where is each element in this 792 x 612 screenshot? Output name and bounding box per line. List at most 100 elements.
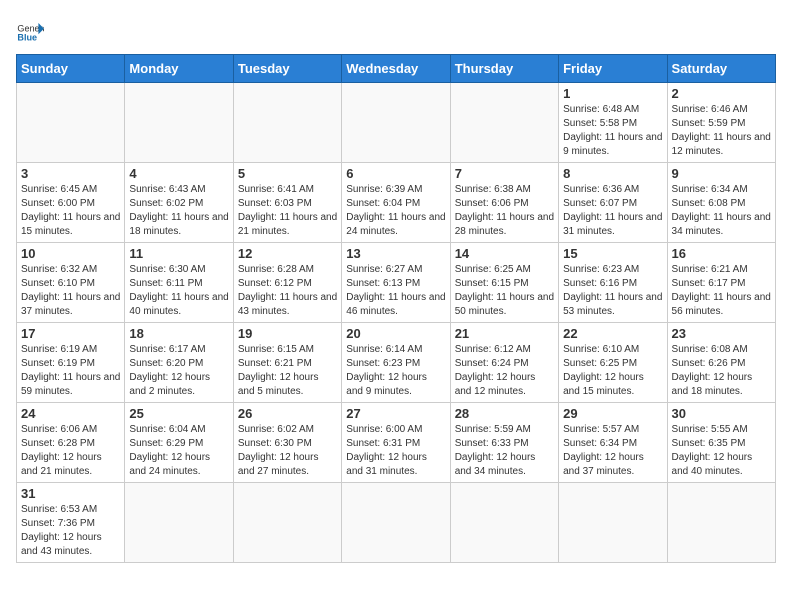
day-cell: 9 Sunrise: 6:34 AM Sunset: 6:08 PM Daylig… (667, 163, 775, 243)
weekday-header-tuesday: Tuesday (233, 55, 341, 83)
logo: General Blue (16, 16, 48, 44)
week-row-5: 24 Sunrise: 6:06 AM Sunset: 6:28 PM Dayli… (17, 403, 776, 483)
weekday-header-saturday: Saturday (667, 55, 775, 83)
day-cell (667, 483, 775, 563)
day-cell: 17Sunrise: 6:19 AM Sunset: 6:19 PM Dayli… (17, 323, 125, 403)
day-info: Sunrise: 5:55 AM Sunset: 6:35 PM Dayligh… (672, 423, 771, 479)
day-cell: 21 Sunrise: 6:12 AM Sunset: 6:24 PM Dayli… (450, 323, 558, 403)
day-number: 20 (346, 326, 445, 341)
day-cell (233, 483, 341, 563)
day-number: 11 (129, 246, 228, 261)
day-number: 19 (238, 326, 337, 341)
day-cell (125, 483, 233, 563)
day-number: 14 (455, 246, 554, 261)
day-info: Sunrise: 6:38 AM Sunset: 6:06 PM Dayligh… (455, 183, 554, 239)
day-info: Sunrise: 6:23 AM Sunset: 6:16 PM Dayligh… (563, 263, 662, 319)
day-info: Sunrise: 6:25 AM Sunset: 6:15 PM Dayligh… (455, 263, 554, 319)
day-info: Sunrise: 6:00 AM Sunset: 6:31 PM Dayligh… (346, 423, 445, 479)
day-number: 28 (455, 406, 554, 421)
day-number: 31 (21, 486, 120, 501)
day-cell: 7 Sunrise: 6:38 AM Sunset: 6:06 PM Daylig… (450, 163, 558, 243)
weekday-header-friday: Friday (559, 55, 667, 83)
weekday-header-wednesday: Wednesday (342, 55, 450, 83)
day-cell (233, 83, 341, 163)
day-number: 16 (672, 246, 771, 261)
day-info: Sunrise: 6:36 AM Sunset: 6:07 PM Dayligh… (563, 183, 662, 239)
day-number: 17 (21, 326, 120, 341)
day-number: 8 (563, 166, 662, 181)
day-cell (125, 83, 233, 163)
day-cell: 28 Sunrise: 5:59 AM Sunset: 6:33 PM Dayli… (450, 403, 558, 483)
day-cell: 6Sunrise: 6:39 AM Sunset: 6:04 PM Daylig… (342, 163, 450, 243)
day-number: 23 (672, 326, 771, 341)
svg-text:Blue: Blue (17, 33, 37, 43)
day-cell: 14 Sunrise: 6:25 AM Sunset: 6:15 PM Dayli… (450, 243, 558, 323)
day-cell: 18Sunrise: 6:17 AM Sunset: 6:20 PM Dayli… (125, 323, 233, 403)
weekday-header-thursday: Thursday (450, 55, 558, 83)
day-number: 21 (455, 326, 554, 341)
day-info: Sunrise: 6:34 AM Sunset: 6:08 PM Dayligh… (672, 183, 771, 239)
day-info: Sunrise: 6:28 AM Sunset: 6:12 PM Dayligh… (238, 263, 337, 319)
day-number: 9 (672, 166, 771, 181)
day-cell: 22Sunrise: 6:10 AM Sunset: 6:25 PM Dayli… (559, 323, 667, 403)
day-number: 5 (238, 166, 337, 181)
day-info: Sunrise: 6:06 AM Sunset: 6:28 PM Dayligh… (21, 423, 120, 479)
day-number: 7 (455, 166, 554, 181)
day-cell (450, 83, 558, 163)
day-cell: 16Sunrise: 6:21 AM Sunset: 6:17 PM Dayli… (667, 243, 775, 323)
day-cell: 4 Sunrise: 6:43 AM Sunset: 6:02 PM Daylig… (125, 163, 233, 243)
day-cell: 25 Sunrise: 6:04 AM Sunset: 6:29 PM Dayli… (125, 403, 233, 483)
day-cell: 10 Sunrise: 6:32 AM Sunset: 6:10 PM Dayli… (17, 243, 125, 323)
day-info: Sunrise: 6:12 AM Sunset: 6:24 PM Dayligh… (455, 343, 554, 399)
day-info: Sunrise: 6:41 AM Sunset: 6:03 PM Dayligh… (238, 183, 337, 239)
weekday-header-row: SundayMondayTuesdayWednesdayThursdayFrid… (17, 55, 776, 83)
day-info: Sunrise: 6:53 AM Sunset: 7:36 PM Dayligh… (21, 503, 120, 559)
week-row-6: 31 Sunrise: 6:53 AM Sunset: 7:36 PM Dayli… (17, 483, 776, 563)
day-cell (17, 83, 125, 163)
calendar: SundayMondayTuesdayWednesdayThursdayFrid… (16, 54, 776, 563)
day-number: 24 (21, 406, 120, 421)
day-cell: 3 Sunrise: 6:45 AM Sunset: 6:00 PM Daylig… (17, 163, 125, 243)
day-info: Sunrise: 6:04 AM Sunset: 6:29 PM Dayligh… (129, 423, 228, 479)
day-info: Sunrise: 6:39 AM Sunset: 6:04 PM Dayligh… (346, 183, 445, 239)
week-row-2: 3 Sunrise: 6:45 AM Sunset: 6:00 PM Daylig… (17, 163, 776, 243)
day-number: 10 (21, 246, 120, 261)
day-number: 25 (129, 406, 228, 421)
day-cell: 8 Sunrise: 6:36 AM Sunset: 6:07 PM Daylig… (559, 163, 667, 243)
day-number: 26 (238, 406, 337, 421)
day-number: 4 (129, 166, 228, 181)
day-cell: 24 Sunrise: 6:06 AM Sunset: 6:28 PM Dayli… (17, 403, 125, 483)
weekday-header-monday: Monday (125, 55, 233, 83)
header: General Blue (16, 16, 776, 44)
day-cell: 20 Sunrise: 6:14 AM Sunset: 6:23 PM Dayli… (342, 323, 450, 403)
day-cell: 11Sunrise: 6:30 AM Sunset: 6:11 PM Dayli… (125, 243, 233, 323)
day-number: 27 (346, 406, 445, 421)
day-cell (559, 483, 667, 563)
day-cell: 30 Sunrise: 5:55 AM Sunset: 6:35 PM Dayli… (667, 403, 775, 483)
day-info: Sunrise: 6:32 AM Sunset: 6:10 PM Dayligh… (21, 263, 120, 319)
day-info: Sunrise: 5:59 AM Sunset: 6:33 PM Dayligh… (455, 423, 554, 479)
day-info: Sunrise: 6:46 AM Sunset: 5:59 PM Dayligh… (672, 103, 771, 159)
day-cell (342, 83, 450, 163)
day-cell (450, 483, 558, 563)
day-number: 12 (238, 246, 337, 261)
day-info: Sunrise: 6:45 AM Sunset: 6:00 PM Dayligh… (21, 183, 120, 239)
day-number: 3 (21, 166, 120, 181)
day-number: 13 (346, 246, 445, 261)
day-cell: 2Sunrise: 6:46 AM Sunset: 5:59 PM Daylig… (667, 83, 775, 163)
day-cell: 12 Sunrise: 6:28 AM Sunset: 6:12 PM Dayli… (233, 243, 341, 323)
day-cell: 27 Sunrise: 6:00 AM Sunset: 6:31 PM Dayli… (342, 403, 450, 483)
day-info: Sunrise: 6:17 AM Sunset: 6:20 PM Dayligh… (129, 343, 228, 399)
week-row-4: 17Sunrise: 6:19 AM Sunset: 6:19 PM Dayli… (17, 323, 776, 403)
day-cell: 5 Sunrise: 6:41 AM Sunset: 6:03 PM Daylig… (233, 163, 341, 243)
day-cell: 31 Sunrise: 6:53 AM Sunset: 7:36 PM Dayli… (17, 483, 125, 563)
day-cell: 19Sunrise: 6:15 AM Sunset: 6:21 PM Dayli… (233, 323, 341, 403)
day-cell (342, 483, 450, 563)
day-info: Sunrise: 6:08 AM Sunset: 6:26 PM Dayligh… (672, 343, 771, 399)
day-cell: 13Sunrise: 6:27 AM Sunset: 6:13 PM Dayli… (342, 243, 450, 323)
day-info: Sunrise: 6:43 AM Sunset: 6:02 PM Dayligh… (129, 183, 228, 239)
day-info: Sunrise: 6:48 AM Sunset: 5:58 PM Dayligh… (563, 103, 662, 159)
day-number: 15 (563, 246, 662, 261)
day-info: Sunrise: 6:14 AM Sunset: 6:23 PM Dayligh… (346, 343, 445, 399)
day-number: 30 (672, 406, 771, 421)
